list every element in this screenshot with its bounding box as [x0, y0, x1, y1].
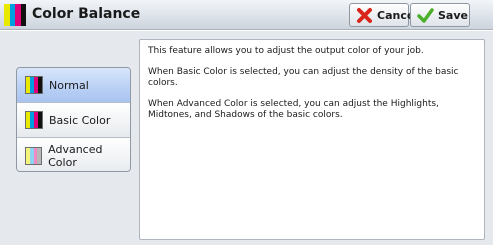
mode-label: Basic Color: [49, 113, 111, 127]
mode-label: Normal: [49, 78, 89, 92]
save-button[interactable]: Save: [410, 3, 470, 27]
description-text: When Basic Color is selected, you can ad…: [148, 67, 459, 88]
mode-normal[interactable]: Normal: [17, 68, 130, 103]
page-title: Color Balance: [32, 6, 141, 22]
description-text: This feature allows you to adjust the ou…: [148, 46, 424, 56]
save-label: Save: [438, 8, 468, 22]
description-panel: This feature allows you to adjust the ou…: [139, 39, 485, 240]
cancel-button[interactable]: Cancel: [349, 3, 418, 27]
color-bars-icon: [4, 4, 26, 26]
color-mode-list: Normal Basic Color Advanced Color: [16, 67, 131, 172]
mode-basic-color[interactable]: Basic Color: [17, 103, 130, 138]
checkmark-icon: [417, 7, 434, 24]
color-bars-icon: [25, 111, 43, 129]
color-bars-icon: [25, 76, 43, 94]
x-icon: [356, 7, 373, 24]
color-bars-light-icon: [25, 146, 43, 165]
mode-advanced-color[interactable]: Advanced Color: [17, 138, 130, 171]
mode-label: Advanced Color: [48, 142, 103, 169]
title-bar: Color Balance Cancel Save: [0, 0, 493, 30]
description-text: When Advanced Color is selected, you can…: [148, 99, 439, 120]
